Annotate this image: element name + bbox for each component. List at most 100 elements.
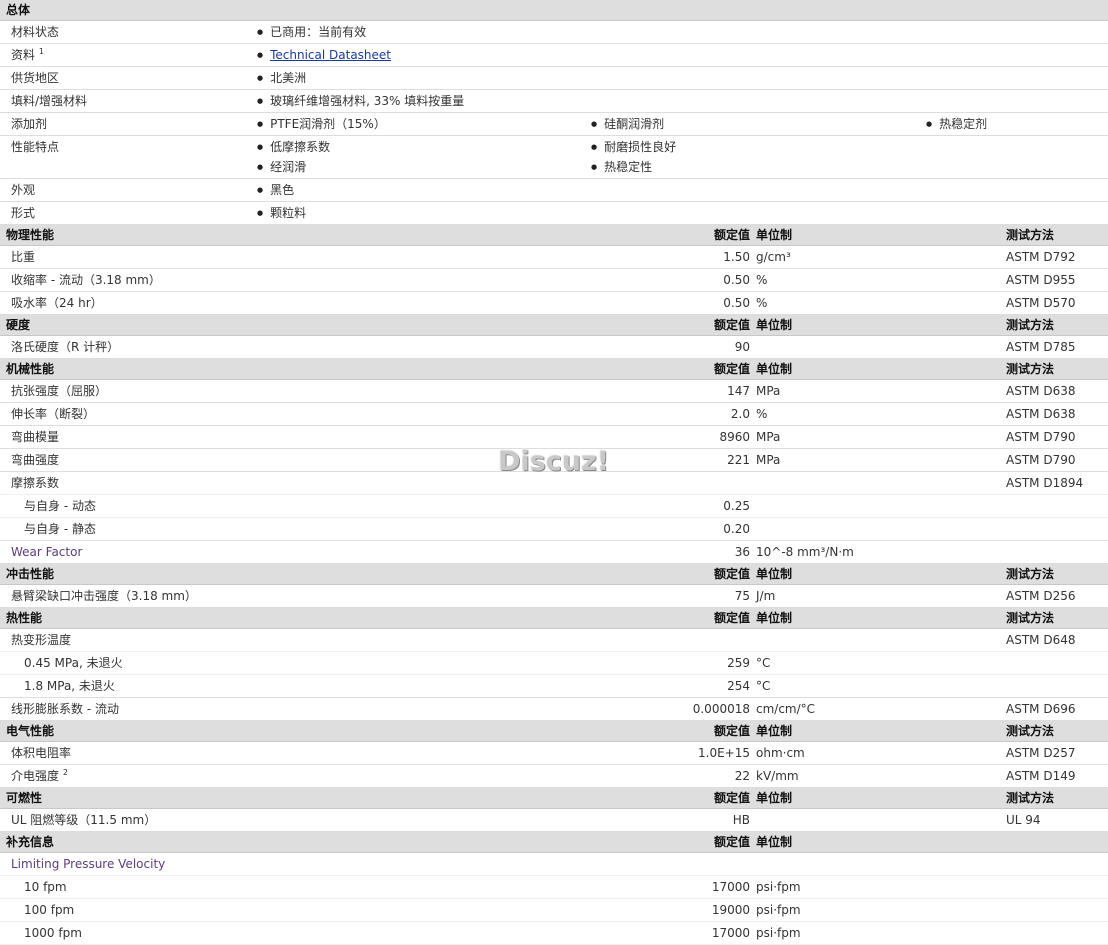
property-unit: % xyxy=(756,296,768,310)
table-row: 介电强度 2 22 kV/mm ASTM D149 xyxy=(0,765,1108,788)
property-label: 0.45 MPa, 未退火 xyxy=(24,656,123,670)
column-header-test: 测试方法 xyxy=(1006,567,1055,581)
bullet-item: 颗粒料 xyxy=(257,202,306,224)
property-unit: 10^-8 mm³/N·m xyxy=(756,545,854,559)
property-test: UL 94 xyxy=(1006,813,1041,827)
row-label: 性能特点 xyxy=(11,140,60,154)
section-title: 热性能 xyxy=(6,611,43,625)
property-test: ASTM D570 xyxy=(1006,296,1076,310)
bullet-item: 耐磨损性良好 xyxy=(591,136,676,158)
property-value: 17000 xyxy=(711,880,750,894)
section-title: 电气性能 xyxy=(6,724,55,738)
column-header-unit: 单位制 xyxy=(756,611,793,625)
section-title: 可燃性 xyxy=(6,791,43,805)
row-documents: 资料 1 Technical Datasheet xyxy=(0,44,1108,67)
bullet-item: Technical Datasheet xyxy=(257,44,391,66)
section-header-general: 总体 xyxy=(0,0,1108,21)
property-label: 热变形温度 xyxy=(11,633,72,647)
property-test: ASTM D638 xyxy=(1006,384,1076,398)
discuz-watermark: Discuz! xyxy=(498,446,609,477)
property-label: Limiting Pressure Velocity xyxy=(11,857,166,871)
section-header-hardness: 硬度 额定值 单位制 测试方法 xyxy=(0,315,1108,336)
property-unit: MPa xyxy=(756,453,781,467)
section-header-electrical: 电气性能 额定值 单位制 测试方法 xyxy=(0,721,1108,742)
section-header-physical: 物理性能 额定值 单位制 测试方法 xyxy=(0,225,1108,246)
property-unit: g/cm³ xyxy=(756,250,791,264)
footnote-marker: 2 xyxy=(62,768,68,777)
row-label: 供货地区 xyxy=(11,71,60,85)
property-label: 吸水率（24 hr） xyxy=(11,296,103,310)
bullet-item: 热稳定剂 xyxy=(926,113,987,135)
property-test: ASTM D785 xyxy=(1006,340,1076,354)
row-label: 资料 1 xyxy=(11,47,44,63)
row-label: 填料/增强材料 xyxy=(11,94,88,108)
property-value: 259 xyxy=(727,656,750,670)
section-header-impact: 冲击性能 额定值 单位制 测试方法 xyxy=(0,564,1108,585)
property-label: 线形膨胀系数 - 流动 xyxy=(11,702,119,716)
property-label: 伸长率（断裂） xyxy=(11,407,96,421)
property-test: ASTM D790 xyxy=(1006,453,1076,467)
column-header-value: 额定值 xyxy=(713,724,750,738)
section-title: 硬度 xyxy=(6,318,31,332)
table-row: UL 阻燃等级（11.5 mm） HB UL 94 xyxy=(0,809,1108,832)
property-value: 0.50 xyxy=(723,273,750,287)
property-unit: % xyxy=(756,273,768,287)
row-label: 外观 xyxy=(11,183,36,197)
bullet-item: 北美洲 xyxy=(257,67,306,89)
property-test: ASTM D648 xyxy=(1006,633,1076,647)
property-test: ASTM D696 xyxy=(1006,702,1076,716)
column-header-unit: 单位制 xyxy=(756,567,793,581)
bullet-item: PTFE润滑剂（15%） xyxy=(257,113,386,135)
property-test: ASTM D790 xyxy=(1006,430,1076,444)
row-features: 性能特点 低摩擦系数 耐磨损性良好 经润滑 热稳定性 xyxy=(0,136,1108,179)
column-header-test: 测试方法 xyxy=(1006,611,1055,625)
column-header-value: 额定值 xyxy=(713,791,750,805)
table-row: 100 fpm 19000 psi·fpm xyxy=(0,899,1108,922)
property-label: 洛氏硬度（R 计秤） xyxy=(11,340,120,354)
property-value: 75 xyxy=(734,589,750,603)
property-unit: cm/cm/°C xyxy=(756,702,816,716)
property-unit: kV/mm xyxy=(756,769,799,783)
table-row: 吸水率（24 hr） 0.50 % ASTM D570 xyxy=(0,292,1108,315)
property-unit: ohm·cm xyxy=(756,746,805,760)
property-test: ASTM D256 xyxy=(1006,589,1076,603)
row-material-status: 材料状态 已商用：当前有效 xyxy=(0,21,1108,44)
property-label: 与自身 - 动态 xyxy=(24,499,96,513)
property-test: ASTM D638 xyxy=(1006,407,1076,421)
property-test: ASTM D257 xyxy=(1006,746,1076,760)
property-value: 90 xyxy=(734,340,750,354)
property-label: 收缩率 - 流动（3.18 mm） xyxy=(11,273,161,287)
bullet-item: 已商用：当前有效 xyxy=(257,21,366,43)
property-test: ASTM D792 xyxy=(1006,250,1076,264)
section-header-flammability: 可燃性 额定值 单位制 测试方法 xyxy=(0,788,1108,809)
table-row: 与自身 - 静态 0.20 xyxy=(0,518,1108,541)
section-header-supplemental: 补充信息 额定值 单位制 xyxy=(0,832,1108,853)
technical-datasheet-link[interactable]: Technical Datasheet xyxy=(270,48,391,62)
section-header-thermal: 热性能 额定值 单位制 测试方法 xyxy=(0,608,1108,629)
property-label: 悬臂梁缺口冲击强度（3.18 mm） xyxy=(11,589,197,603)
property-value: 0.000018 xyxy=(692,702,750,716)
property-test: ASTM D1894 xyxy=(1006,476,1084,490)
property-unit: psi·fpm xyxy=(756,903,801,917)
property-test: ASTM D955 xyxy=(1006,273,1076,287)
property-unit: psi·fpm xyxy=(756,880,801,894)
column-header-value: 额定值 xyxy=(713,318,750,332)
column-header-value: 额定值 xyxy=(713,567,750,581)
column-header-test: 测试方法 xyxy=(1006,362,1055,376)
section-title: 机械性能 xyxy=(6,362,55,376)
row-appearance: 外观 黑色 xyxy=(0,179,1108,202)
section-title: 补充信息 xyxy=(6,835,55,849)
row-form: 形式 颗粒料 xyxy=(0,202,1108,225)
table-row: 抗张强度（屈服） 147 MPa ASTM D638 xyxy=(0,380,1108,403)
table-row: Limiting Pressure Velocity xyxy=(0,853,1108,876)
property-label: Wear Factor xyxy=(11,545,83,559)
property-value: 17000 xyxy=(711,926,750,940)
property-value: 8960 xyxy=(719,430,750,444)
property-label: 介电强度 2 xyxy=(11,768,68,784)
column-header-test: 测试方法 xyxy=(1006,318,1055,332)
property-unit: psi·fpm xyxy=(756,926,801,940)
section-title: 冲击性能 xyxy=(6,567,55,581)
table-row: 收缩率 - 流动（3.18 mm） 0.50 % ASTM D955 xyxy=(0,269,1108,292)
property-label: 100 fpm xyxy=(24,903,75,917)
section-header-mechanical: 机械性能 额定值 单位制 测试方法 xyxy=(0,359,1108,380)
